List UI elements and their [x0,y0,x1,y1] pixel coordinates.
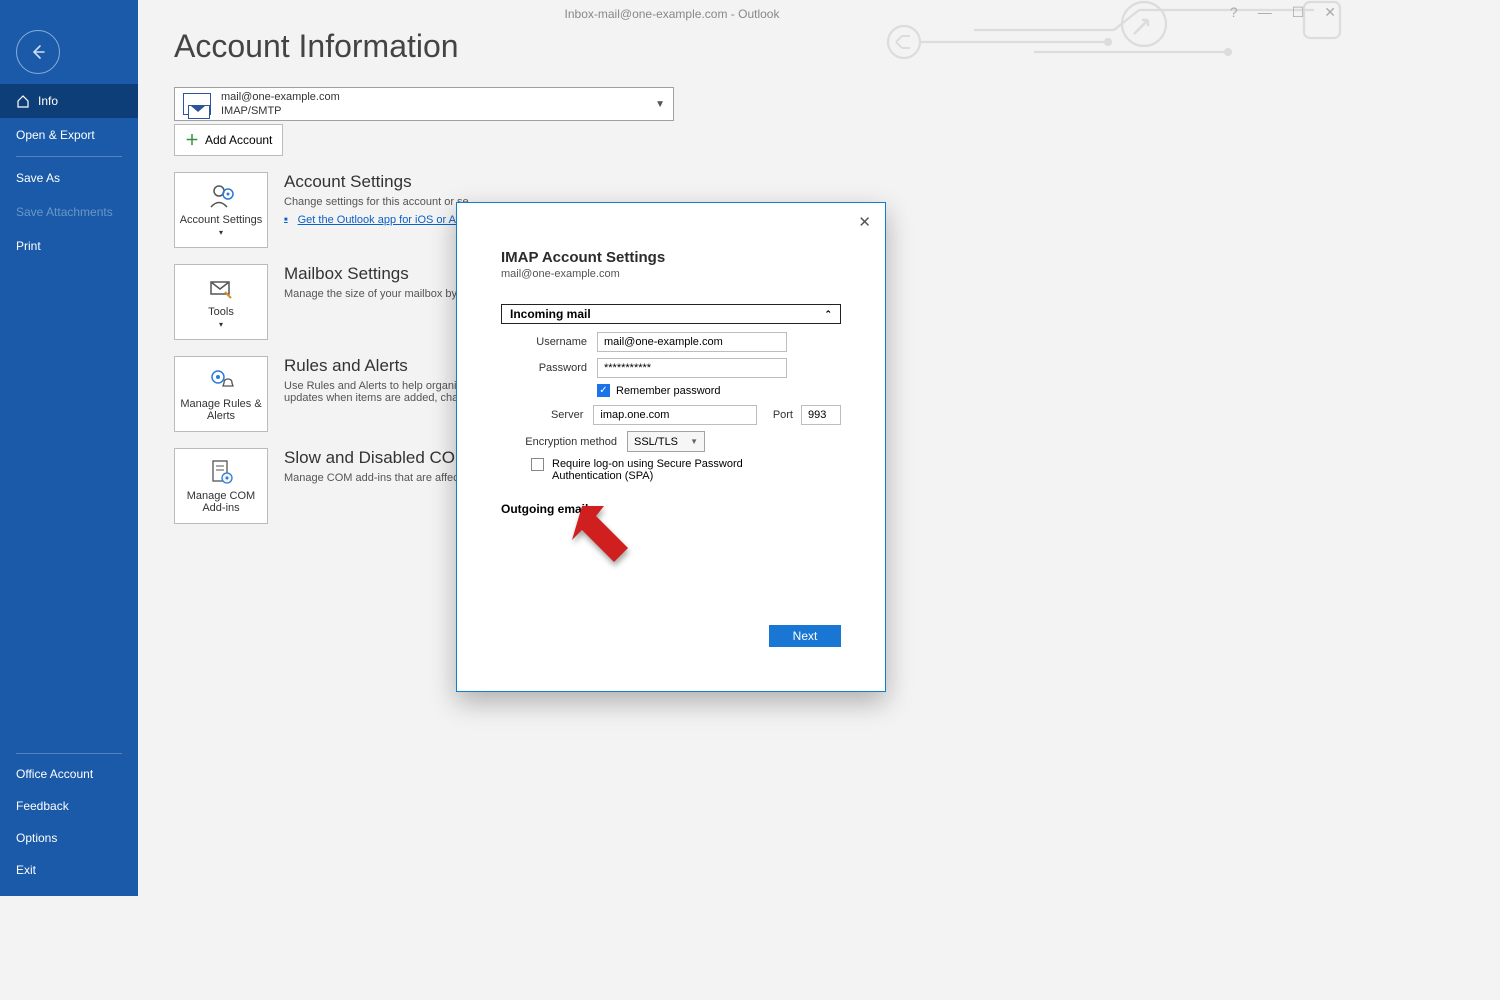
manage-rules-button-label: Manage Rules & Alerts [179,398,263,422]
password-input[interactable] [597,358,787,378]
username-label: Username [501,336,597,348]
port-input[interactable] [801,405,841,425]
person-gear-icon [207,182,235,210]
imap-settings-dialog: ✕ IMAP Account Settings mail@one-example… [456,202,886,692]
plus-icon: ＋ [185,130,199,150]
spa-label: Require log-on using Secure Password Aut… [552,458,812,482]
outgoing-email-label: Outgoing email [501,502,588,516]
account-settings-button[interactable]: Account Settings ▾ [174,172,268,248]
mailbox-settings-title: Mailbox Settings [284,264,466,284]
back-arrow-icon [29,43,47,61]
envelope-tool-icon [207,274,235,302]
account-settings-button-label: Account Settings ▾ [179,214,263,238]
com-addins-title: Slow and Disabled COM [284,448,469,468]
rules-alerts-desc1: Use Rules and Alerts to help organise [284,380,468,392]
next-button[interactable]: Next [769,625,841,647]
chevron-down-icon: ⌄ [594,504,602,515]
encryption-value: SSL/TLS [634,436,678,448]
server-label: Server [501,409,593,421]
nav-options[interactable]: Options [0,822,138,854]
nav-save-as-label: Save As [16,171,60,185]
rules-alerts-title: Rules and Alerts [284,356,468,376]
tools-button[interactable]: Tools▾ [174,264,268,340]
back-button[interactable] [16,30,60,74]
manage-com-addins-button-label: Manage COM Add-ins [179,490,263,514]
nav-info[interactable]: Info [0,84,138,118]
manage-rules-button[interactable]: Manage Rules & Alerts [174,356,268,432]
incoming-mail-label: Incoming mail [510,307,591,321]
remember-password-checkbox[interactable]: ✓ [597,384,610,397]
nav-divider [16,156,122,157]
document-gear-icon [207,458,235,486]
gear-bell-icon [207,366,235,394]
password-label: Password [501,362,597,374]
mail-icon [183,93,211,115]
encryption-select[interactable]: SSL/TLS ▼ [627,431,705,452]
nav-open-export-label: Open & Export [16,128,95,142]
account-protocol: IMAP/SMTP [221,104,655,118]
nav-exit-label: Exit [16,863,36,877]
chevron-down-icon: ▼ [655,99,665,110]
outlook-app-link[interactable]: Get the Outlook app for iOS or A [284,214,456,226]
remember-password-label: Remember password [616,385,721,397]
mailbox-settings-desc: Manage the size of your mailbox by e [284,288,466,300]
com-addins-desc: Manage COM add-ins that are affecti [284,472,469,484]
nav-info-label: Info [38,94,58,108]
tools-button-label: Tools▾ [208,306,234,330]
chevron-up-icon: ⌃ [824,309,832,320]
nav-options-label: Options [16,831,57,845]
dialog-title: IMAP Account Settings [501,249,841,266]
nav-print-label: Print [16,239,41,253]
account-email: mail@one-example.com [221,90,655,104]
nav-open-export[interactable]: Open & Export [0,118,138,152]
account-settings-title: Account Settings [284,172,469,192]
nav-save-attachments-label: Save Attachments [16,205,113,219]
server-input[interactable] [593,405,756,425]
incoming-mail-expander[interactable]: Incoming mail ⌃ [501,304,841,324]
add-account-label: Add Account [205,133,272,147]
nav-feedback-label: Feedback [16,799,69,813]
backstage-sidebar: Info Open & Export Save As Save Attachme… [0,0,138,896]
nav-save-attachments: Save Attachments [0,195,138,229]
add-account-button[interactable]: ＋ Add Account [174,124,283,156]
dialog-close-button[interactable]: ✕ [852,211,877,233]
nav-office-account-label: Office Account [16,767,93,781]
dialog-subtitle: mail@one-example.com [501,268,841,280]
nav-divider-2 [16,753,122,754]
chevron-down-icon: ▼ [690,437,698,446]
port-label: Port [773,409,793,421]
nav-save-as[interactable]: Save As [0,161,138,195]
nav-print[interactable]: Print [0,229,138,263]
account-selector[interactable]: mail@one-example.com IMAP/SMTP ▼ [174,87,674,121]
account-settings-desc: Change settings for this account or se [284,196,469,208]
nav-office-account[interactable]: Office Account [0,758,138,790]
nav-exit[interactable]: Exit [0,854,138,886]
outgoing-email-expander[interactable]: Outgoing email ⌄ [501,502,602,516]
spa-checkbox[interactable] [531,458,544,471]
page-title: Account Information [174,28,1344,65]
rules-alerts-desc2: updates when items are added, chan [284,392,468,404]
home-icon [16,94,30,108]
encryption-label: Encryption method [501,436,627,448]
username-input[interactable] [597,332,787,352]
nav-feedback[interactable]: Feedback [0,790,138,822]
manage-com-addins-button[interactable]: Manage COM Add-ins [174,448,268,524]
